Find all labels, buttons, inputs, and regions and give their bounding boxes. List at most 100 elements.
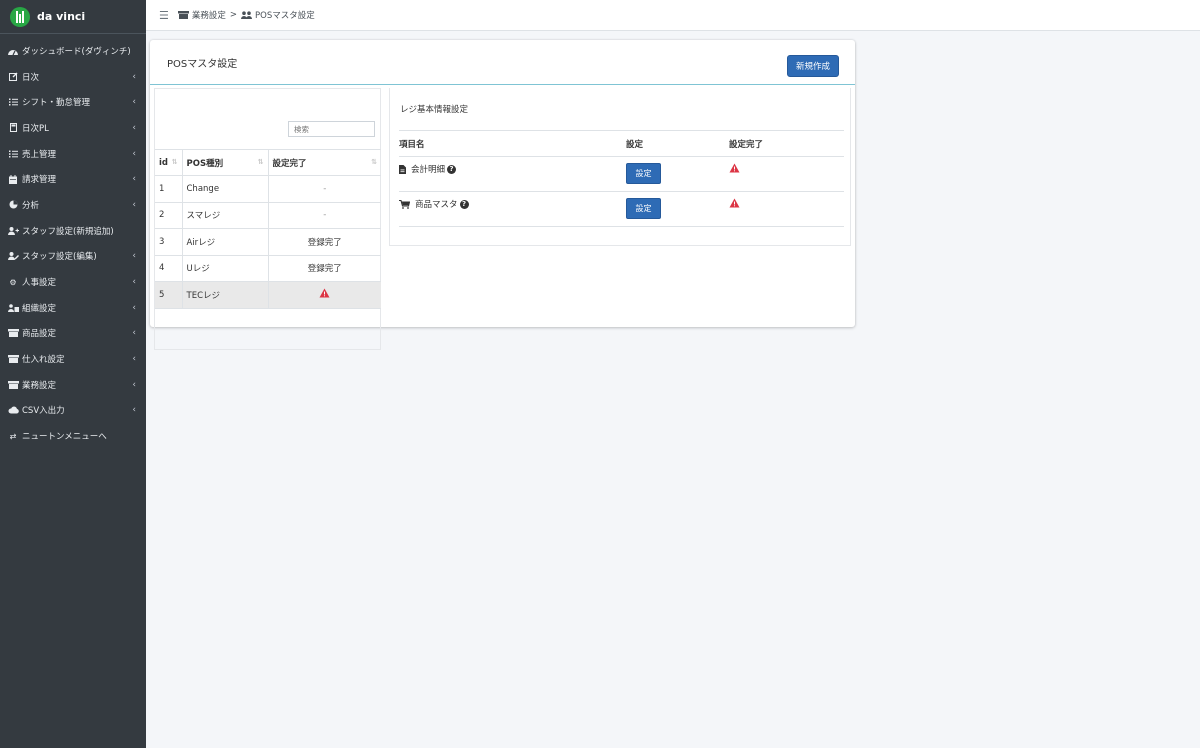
sidebar-item-label: 請求管理 (22, 175, 57, 186)
breadcrumb-parent[interactable]: 業務設定 (192, 9, 226, 21)
card-header: POSマスタ設定 新規作成 (150, 40, 855, 85)
setting-button-accounting[interactable]: 設定 (626, 163, 661, 184)
table-row[interactable]: 3 Airレジ 登録完了 (155, 228, 381, 256)
sidebar-item-staff-new[interactable]: スタッフ設定(新規追加) (0, 218, 146, 244)
sidebar-item-newton-menu[interactable]: ⇄ ニュートンメニューへ (0, 423, 146, 449)
pos-list-panel: id⇅ POS種別⇅ 設定完了⇅ 1 Change - 2 スマレジ - 3 (154, 88, 381, 350)
chevron-left-icon: ‹ (132, 328, 136, 339)
sidebar-item-label: 仕入れ設定 (22, 355, 65, 366)
sidebar-item-sales[interactable]: 売上管理 ‹ (0, 141, 146, 167)
sidebar-nav: ダッシュボード(ダヴィンチ) 日次 ‹ シフト・勤怠管理 ‹ 日次PL ‹ 売上… (0, 34, 146, 449)
file-icon (399, 164, 406, 174)
cell-status (268, 281, 381, 309)
create-new-button[interactable]: 新規作成 (786, 55, 839, 77)
sidebar-item-label: 業務設定 (22, 380, 57, 391)
sidebar-item-label: 人事設定 (22, 278, 57, 289)
chevron-left-icon: ‹ (132, 354, 136, 365)
chevron-left-icon: ‹ (132, 199, 136, 210)
cell-item: 商品マスタ ? (399, 191, 626, 227)
chevron-left-icon: ‹ (132, 379, 136, 390)
pie-chart-icon (7, 200, 19, 209)
brand[interactable]: da vinci (0, 0, 146, 34)
list-icon (7, 98, 19, 106)
sidebar-item-label: CSV入出力 (22, 406, 65, 417)
cell-id: 1 (155, 175, 183, 203)
sidebar-item-organization[interactable]: 組織設定 ‹ (0, 295, 146, 321)
brand-logo-icon (10, 6, 30, 27)
sidebar-item-shift[interactable]: シフト・勤怠管理 ‹ (0, 89, 146, 115)
user-plus-icon (7, 226, 19, 235)
warning-icon (729, 163, 740, 176)
chevron-left-icon: ‹ (132, 251, 136, 262)
chevron-left-icon: ‹ (132, 174, 136, 185)
cell-id: 2 (155, 202, 183, 229)
cell-item: 会計明細 ? (399, 156, 626, 192)
dashboard-icon (7, 47, 19, 55)
sidebar-item-business[interactable]: 業務設定 ‹ (0, 372, 146, 398)
pos-master-card: POSマスタ設定 新規作成 id⇅ POS種別⇅ 設定完了⇅ 1 Change … (150, 40, 855, 350)
sidebar-item-label: ダッシュボード(ダヴィンチ) (22, 46, 131, 57)
sidebar-item-csv[interactable]: CSV入出力 ‹ (0, 398, 146, 424)
question-circle-icon[interactable]: ? (459, 199, 469, 209)
sidebar-item-products[interactable]: 商品設定 ‹ (0, 321, 146, 347)
users-icon (7, 303, 19, 312)
sidebar-item-dashboard[interactable]: ダッシュボード(ダヴィンチ) (0, 38, 146, 64)
exchange-icon: ⇄ (9, 431, 17, 441)
sidebar-item-daily-pl[interactable]: 日次PL ‹ (0, 115, 146, 141)
table-row-selected[interactable]: 5 TECレジ (155, 281, 381, 309)
table-row[interactable]: 2 スマレジ - (155, 202, 381, 229)
search-input[interactable] (288, 121, 375, 137)
column-header-item: 項目名 (399, 130, 626, 157)
cell-id: 4 (155, 255, 183, 282)
gear-icon: ⚙ (9, 277, 17, 287)
sort-icon: ⇅ (257, 158, 264, 166)
cell-status: - (268, 175, 381, 203)
sidebar-item-label: 組織設定 (22, 303, 57, 314)
chevron-left-icon: ‹ (132, 97, 136, 108)
column-header-setting-done[interactable]: 設定完了 ⇅ (268, 149, 381, 176)
sidebar-item-label: スタッフ設定(編集) (22, 252, 97, 263)
breadcrumb-current: POSマスタ設定 (255, 11, 315, 21)
sidebar-item-daily[interactable]: 日次 ‹ (0, 64, 146, 90)
column-header-pos-type[interactable]: POS種別 ⇅ (182, 149, 269, 176)
sidebar-item-billing[interactable]: 請求管理 ‹ (0, 166, 146, 192)
chevron-left-icon: ‹ (132, 302, 136, 313)
sidebar-item-label: 売上管理 (22, 149, 57, 160)
store-icon (7, 355, 19, 364)
table-row: 商品マスタ ? 設定 (399, 191, 844, 227)
column-header-id[interactable]: id ⇅ (155, 149, 183, 176)
setting-button-product-master[interactable]: 設定 (626, 198, 661, 219)
sidebar: da vinci ダッシュボード(ダヴィンチ) 日次 ‹ シフト・勤怠管理 ‹ … (0, 0, 146, 748)
store-icon (7, 329, 19, 338)
sidebar-item-staff-edit[interactable]: スタッフ設定(編集) ‹ (0, 244, 146, 270)
cell-pos-type: Uレジ (182, 255, 269, 282)
table-row[interactable]: 1 Change - (155, 175, 381, 203)
cell-id: 3 (155, 228, 183, 256)
register-settings-panel: レジ基本情報設定 項目名 設定 設定完了 会計明細 ? 設定 商品マスタ ? 設… (389, 88, 851, 246)
sidebar-item-label: 日次PL (22, 123, 49, 134)
sidebar-item-label: スタッフ設定(新規追加) (22, 226, 114, 237)
list-icon (7, 150, 19, 158)
chevron-left-icon: ‹ (132, 71, 136, 82)
cell-pos-type: Change (182, 175, 269, 203)
sidebar-item-purchasing[interactable]: 仕入れ設定 ‹ (0, 346, 146, 372)
register-settings-table: 項目名 設定 設定完了 会計明細 ? 設定 商品マスタ ? 設定 (399, 130, 844, 227)
cell-done (729, 156, 844, 192)
question-circle-icon[interactable]: ? (447, 164, 457, 174)
sort-icon: ⇅ (171, 158, 178, 166)
cell-status: 登録完了 (268, 255, 381, 282)
sidebar-item-label: 分析 (22, 200, 40, 211)
sidebar-item-analysis[interactable]: 分析 ‹ (0, 192, 146, 218)
page-title: POSマスタ設定 (167, 59, 238, 70)
table-row: 会計明細 ? 設定 (399, 156, 844, 192)
sidebar-item-label: シフト・勤怠管理 (22, 98, 91, 109)
sidebar-item-hr[interactable]: ⚙ 人事設定 ‹ (0, 269, 146, 295)
cell-done (729, 191, 844, 227)
sidebar-item-label: ニュートンメニューへ (22, 432, 107, 443)
chevron-left-icon: ‹ (132, 277, 136, 288)
table-row[interactable]: 4 Uレジ 登録完了 (155, 255, 381, 282)
column-header-done: 設定完了 (729, 130, 844, 157)
store-icon (7, 380, 19, 389)
cloud-icon (7, 406, 19, 414)
menu-toggle-icon[interactable]: ☰ (159, 9, 169, 22)
